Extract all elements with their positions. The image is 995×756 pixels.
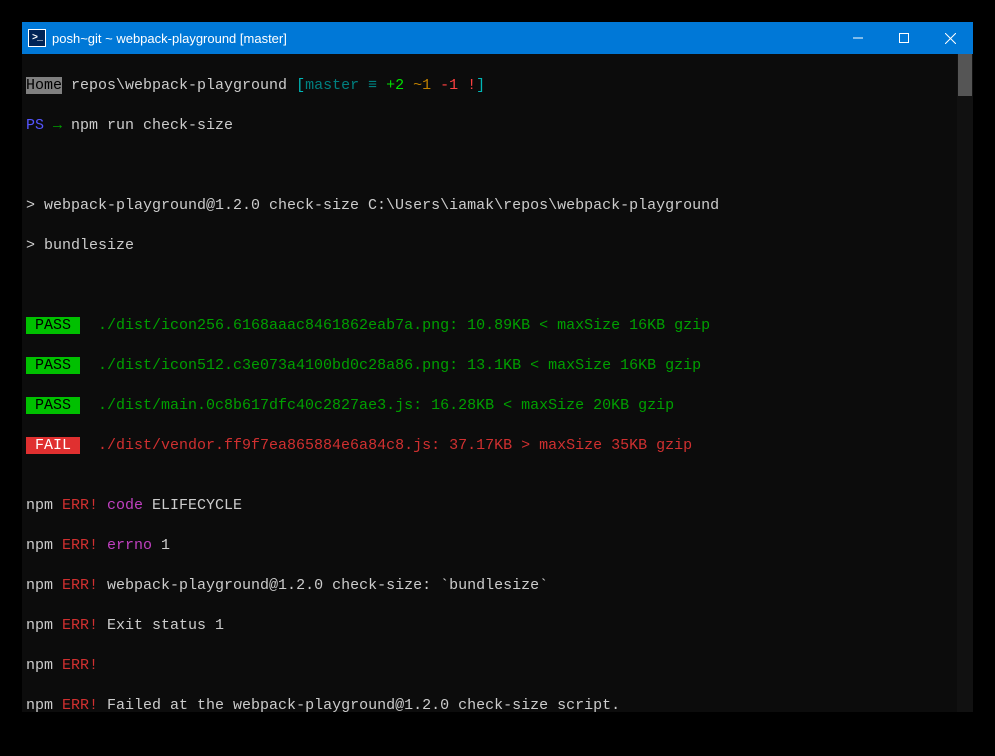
terminal-window: posh~git ~ webpack-playground [master] H… <box>22 22 973 712</box>
home-badge: Home <box>26 77 62 94</box>
pass-badge: PASS <box>26 317 80 334</box>
npm-header: > bundlesize <box>26 236 953 256</box>
maximize-button[interactable] <box>881 22 927 54</box>
command-line: PS → npm run check-size <box>26 116 953 136</box>
check-pass-line: PASS ./dist/main.0c8b617dfc40c2827ae3.js… <box>26 396 953 416</box>
check-pass-line: PASS ./dist/icon512.c3e073a4100bd0c28a86… <box>26 356 953 376</box>
pass-badge: PASS <box>26 357 80 374</box>
terminal-output[interactable]: Home repos\webpack-playground [master ≡ … <box>22 54 957 712</box>
check-message: ./dist/icon512.c3e073a4100bd0c28a86.png:… <box>80 357 701 374</box>
scrollbar[interactable] <box>957 54 973 712</box>
npm-error: npm ERR! errno 1 <box>26 536 953 556</box>
titlebar-text: posh~git ~ webpack-playground [master] <box>52 31 835 46</box>
titlebar[interactable]: posh~git ~ webpack-playground [master] <box>22 22 973 54</box>
npm-error: npm ERR! Failed at the webpack-playgroun… <box>26 696 953 712</box>
npm-error: npm ERR! Exit status 1 <box>26 616 953 636</box>
terminal-body: Home repos\webpack-playground [master ≡ … <box>22 54 973 712</box>
npm-header: > webpack-playground@1.2.0 check-size C:… <box>26 196 953 216</box>
npm-error: npm ERR! <box>26 656 953 676</box>
prompt-line: Home repos\webpack-playground [master ≡ … <box>26 76 953 96</box>
close-button[interactable] <box>927 22 973 54</box>
check-message: ./dist/icon256.6168aaac8461862eab7a.png:… <box>80 317 710 334</box>
check-message: ./dist/vendor.ff9f7ea865884e6a84c8.js: 3… <box>80 437 692 454</box>
minimize-icon <box>853 33 863 43</box>
powershell-icon <box>28 29 46 47</box>
check-pass-line: PASS ./dist/icon256.6168aaac8461862eab7a… <box>26 316 953 336</box>
maximize-icon <box>899 33 909 43</box>
npm-error: npm ERR! code ELIFECYCLE <box>26 496 953 516</box>
check-fail-line: FAIL ./dist/vendor.ff9f7ea865884e6a84c8.… <box>26 436 953 456</box>
window-controls <box>835 22 973 54</box>
pass-badge: PASS <box>26 397 80 414</box>
fail-badge: FAIL <box>26 437 80 454</box>
close-icon <box>945 33 956 44</box>
minimize-button[interactable] <box>835 22 881 54</box>
scrollbar-thumb[interactable] <box>958 54 972 96</box>
npm-error: npm ERR! webpack-playground@1.2.0 check-… <box>26 576 953 596</box>
check-message: ./dist/main.0c8b617dfc40c2827ae3.js: 16.… <box>80 397 674 414</box>
